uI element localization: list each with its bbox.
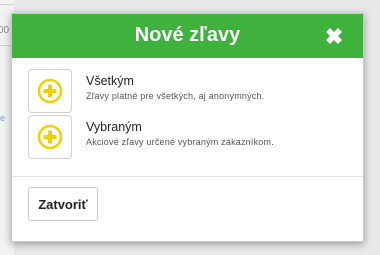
option-all-customers[interactable]: Všetkým Zľavy platné pre všetkých, aj an… xyxy=(26,69,346,113)
new-discount-dialog: Nové zľavy Všetkým Zľavy platné pre všet… xyxy=(11,13,364,242)
dialog-footer-divider xyxy=(12,176,363,177)
option-icon-button[interactable] xyxy=(28,115,72,159)
close-x-icon[interactable] xyxy=(323,25,345,47)
close-button[interactable]: Zatvoriť xyxy=(28,187,98,221)
background-partial-text: 00 xyxy=(0,25,10,36)
option-selected-customers[interactable]: Vybraným Akciové zľavy určené vybraným z… xyxy=(26,115,346,159)
option-icon-button[interactable] xyxy=(28,69,72,113)
option-title: Všetkým xyxy=(86,74,134,88)
plus-circle-icon xyxy=(37,124,63,150)
option-title: Vybraným xyxy=(86,120,142,134)
background-divider xyxy=(0,4,14,5)
dialog-header: Nové zľavy xyxy=(12,14,363,58)
background-link-fragment: e xyxy=(0,113,6,123)
option-description: Zľavy platné pre všetkých, aj anonymných… xyxy=(86,91,265,101)
option-description: Akciové zľavy určené vybraným zákazníkom… xyxy=(86,137,274,147)
dialog-title: Nové zľavy xyxy=(134,24,241,46)
plus-circle-icon xyxy=(37,78,63,104)
